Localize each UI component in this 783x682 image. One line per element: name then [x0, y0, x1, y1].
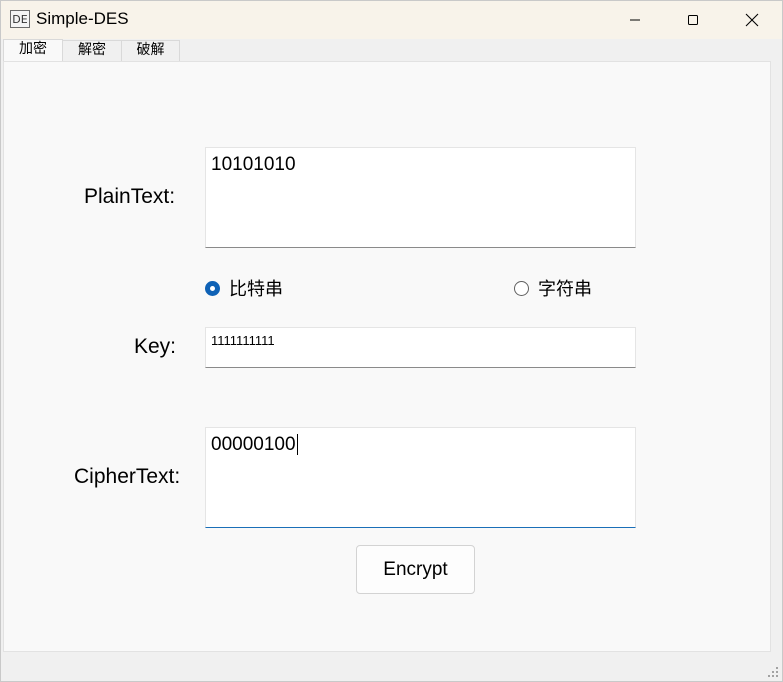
minimize-icon	[630, 19, 640, 21]
text-caret	[296, 434, 298, 455]
app-window: DE Simple-DES 加密 解密 破解 PlainText: 101010…	[0, 0, 783, 682]
status-bar	[1, 652, 782, 681]
radio-bitstring[interactable]: 比特串	[205, 275, 283, 301]
key-label: Key:	[134, 335, 177, 358]
maximize-button[interactable]	[664, 1, 722, 39]
encrypt-panel: PlainText: 10101010 比特串 字符串 Key: 1111111…	[3, 61, 771, 652]
minimize-button[interactable]	[606, 1, 664, 39]
close-icon	[745, 13, 759, 27]
resize-grip-icon[interactable]	[768, 667, 779, 678]
radio-bitstring-label: 比特串	[229, 279, 283, 300]
tab-bar: 加密 解密 破解	[1, 39, 782, 62]
tab-crack[interactable]: 破解	[121, 40, 180, 61]
radio-charstring[interactable]: 字符串	[514, 275, 592, 301]
encrypt-button[interactable]: Encrypt	[356, 545, 475, 594]
plaintext-input[interactable]: 10101010	[205, 147, 636, 248]
maximize-icon	[688, 15, 698, 25]
close-button[interactable]	[723, 1, 781, 39]
plaintext-label: PlainText:	[84, 185, 176, 208]
ciphertext-value: 00000100	[211, 434, 296, 455]
title-bar[interactable]: DE Simple-DES	[1, 1, 782, 39]
ciphertext-input[interactable]: 00000100	[205, 427, 636, 528]
window-title: Simple-DES	[36, 9, 129, 28]
app-icon: DE	[10, 10, 30, 28]
tab-decrypt[interactable]: 解密	[62, 40, 122, 61]
radio-unselected-indicator	[514, 280, 529, 296]
key-input[interactable]: 1111111111	[205, 327, 636, 368]
ciphertext-label: CipherText:	[74, 465, 181, 488]
radio-selected-indicator	[205, 280, 220, 296]
tab-encrypt[interactable]: 加密	[3, 39, 63, 62]
radio-charstring-label: 字符串	[538, 279, 592, 300]
